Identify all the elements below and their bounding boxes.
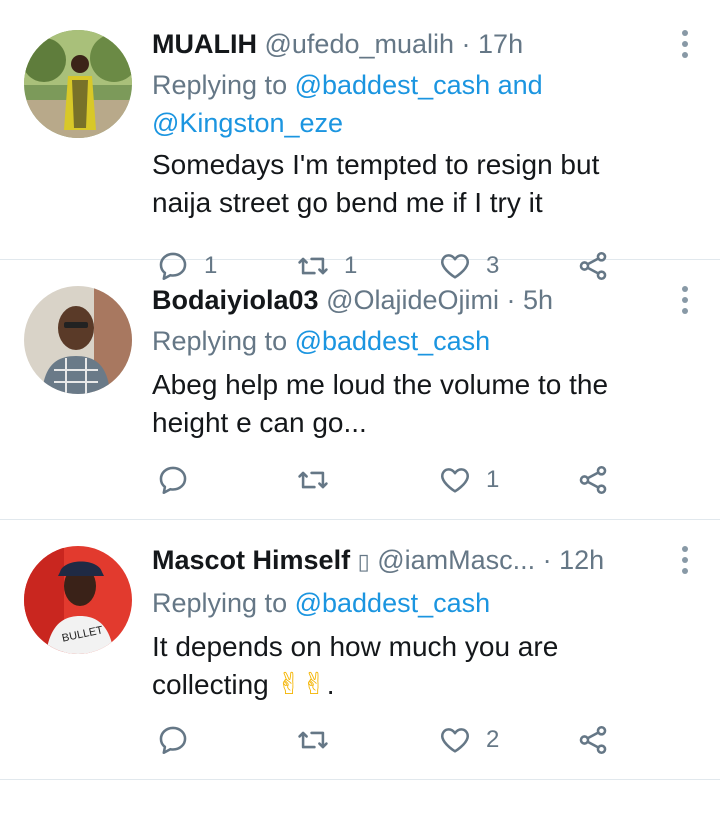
tweet-time[interactable]: · 5h: [507, 285, 554, 315]
tweet-actions: 2: [156, 720, 700, 760]
like-button[interactable]: 1: [438, 460, 499, 500]
reply-icon: [159, 726, 187, 755]
mention-link[interactable]: @baddest_cash and: [295, 70, 543, 100]
tweet-text-line: collecting: [152, 669, 269, 700]
tweet-text: Abeg help me loud the volume to the heig…: [152, 366, 680, 442]
tweet-1[interactable]: MUALIH @ufedo_mualih · 17h Replying to @…: [0, 0, 720, 281]
tweet-text-line: Somedays I'm tempted to resign but: [152, 149, 600, 180]
author-name[interactable]: Mascot Himself: [152, 545, 350, 575]
retweet-button[interactable]: [296, 720, 344, 760]
tweet-text-line: naija street go bend me if I try it: [152, 187, 543, 218]
retweet-icon: [298, 731, 328, 749]
like-button[interactable]: 2: [438, 720, 499, 760]
tweet-text: It depends on how much you are collectin…: [152, 628, 680, 704]
avatar[interactable]: BULLET: [24, 546, 132, 654]
more-vertical-icon[interactable]: [678, 30, 692, 60]
tweet-text-line: height e can go...: [152, 407, 367, 438]
share-icon: [579, 465, 607, 495]
reply-icon: [159, 466, 187, 495]
tweet-3[interactable]: BULLET Mascot Himself ▯ @iamMasc... · 12…: [0, 520, 720, 780]
replying-to-label: Replying to: [152, 326, 295, 356]
share-button[interactable]: [576, 460, 610, 500]
tweet-time[interactable]: · 12h: [543, 545, 605, 575]
tweet-text: Somedays I'm tempted to resign but naija…: [152, 146, 680, 222]
mention-link[interactable]: @baddest_cash: [295, 326, 491, 356]
like-count: 1: [486, 466, 500, 493]
tweet-text-end: .: [326, 669, 335, 700]
replying-to-label: Replying to: [152, 70, 295, 100]
author-handle[interactable]: @ufedo_mualih: [265, 29, 455, 59]
heart-icon: [441, 468, 469, 493]
mention-link[interactable]: @Kingston_eze: [152, 108, 343, 138]
name-emoji: ▯: [357, 549, 370, 574]
victory-hand-emoji: ✌✌: [276, 668, 327, 701]
heart-icon: [441, 728, 469, 753]
retweet-icon: [298, 471, 328, 489]
more-vertical-icon[interactable]: [678, 546, 692, 576]
share-icon: [579, 725, 607, 755]
reply-button[interactable]: [156, 460, 204, 500]
author-handle[interactable]: @OlajideOjimi: [326, 285, 499, 315]
tweet-time[interactable]: · 17h: [462, 29, 524, 59]
avatar[interactable]: [24, 30, 132, 138]
author-name[interactable]: MUALIH: [152, 29, 257, 59]
tweet-text-line: It depends on how much you are: [152, 631, 559, 662]
like-count: 2: [486, 726, 500, 753]
retweet-button[interactable]: [296, 460, 344, 500]
reply-button[interactable]: [156, 720, 204, 760]
avatar[interactable]: [24, 286, 132, 394]
author-handle[interactable]: @iamMasc...: [377, 545, 535, 575]
tweet-2[interactable]: Bodaiyiola03 @OlajideOjimi · 5h Replying…: [0, 260, 720, 520]
replying-to-label: Replying to: [152, 588, 295, 618]
tweet-text-line: Abeg help me loud the volume to the: [152, 369, 609, 400]
more-vertical-icon[interactable]: [678, 286, 692, 316]
share-button[interactable]: [576, 720, 610, 760]
author-name[interactable]: Bodaiyiola03: [152, 285, 319, 315]
mention-link[interactable]: @baddest_cash: [295, 588, 491, 618]
tweet-actions: 1: [156, 460, 700, 500]
